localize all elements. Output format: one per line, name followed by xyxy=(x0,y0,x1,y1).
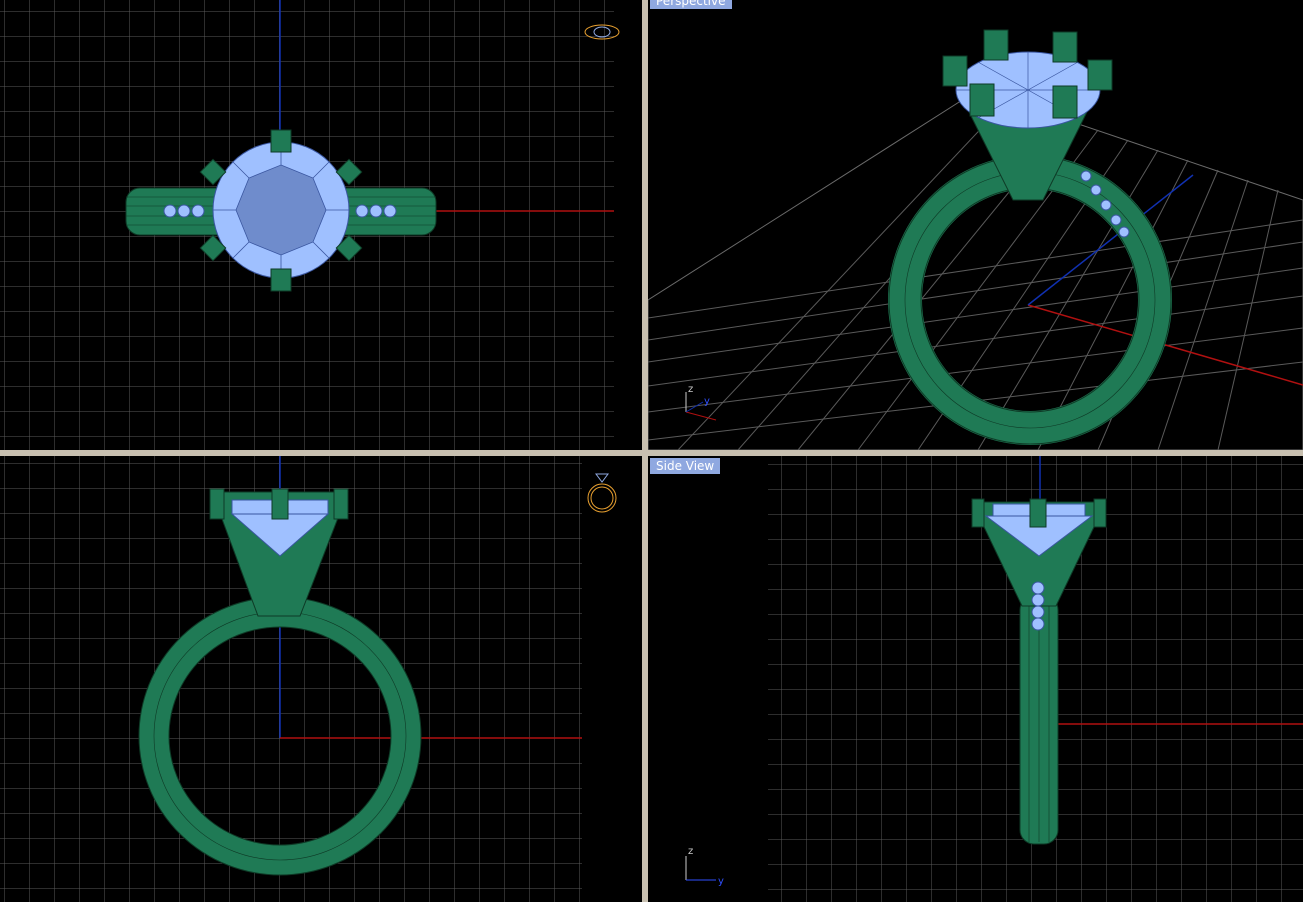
axis-y-label: y xyxy=(704,396,710,407)
axis-z-label: z xyxy=(688,384,693,395)
top-view-canvas xyxy=(0,0,620,450)
viewport-side[interactable]: z y Side View xyxy=(648,456,1303,902)
front-view-canvas xyxy=(0,456,617,902)
axis-y-label: y xyxy=(718,876,724,887)
axis-triad-icon xyxy=(685,856,716,881)
ring-front-nav-icon[interactable] xyxy=(587,473,617,513)
axis-z-label: z xyxy=(688,846,693,857)
viewport-label-perspective[interactable]: Perspective xyxy=(650,0,732,9)
ring-shank xyxy=(888,155,1172,445)
perspective-canvas: z y xyxy=(648,29,1303,450)
side-view-canvas: z y xyxy=(685,456,1303,902)
viewport-top[interactable] xyxy=(0,0,642,450)
viewport-perspective[interactable]: z y Perspective xyxy=(648,0,1303,450)
viewport-front[interactable] xyxy=(0,456,642,902)
axis-triad-icon xyxy=(685,392,717,421)
viewport-label-side[interactable]: Side View xyxy=(650,458,721,474)
